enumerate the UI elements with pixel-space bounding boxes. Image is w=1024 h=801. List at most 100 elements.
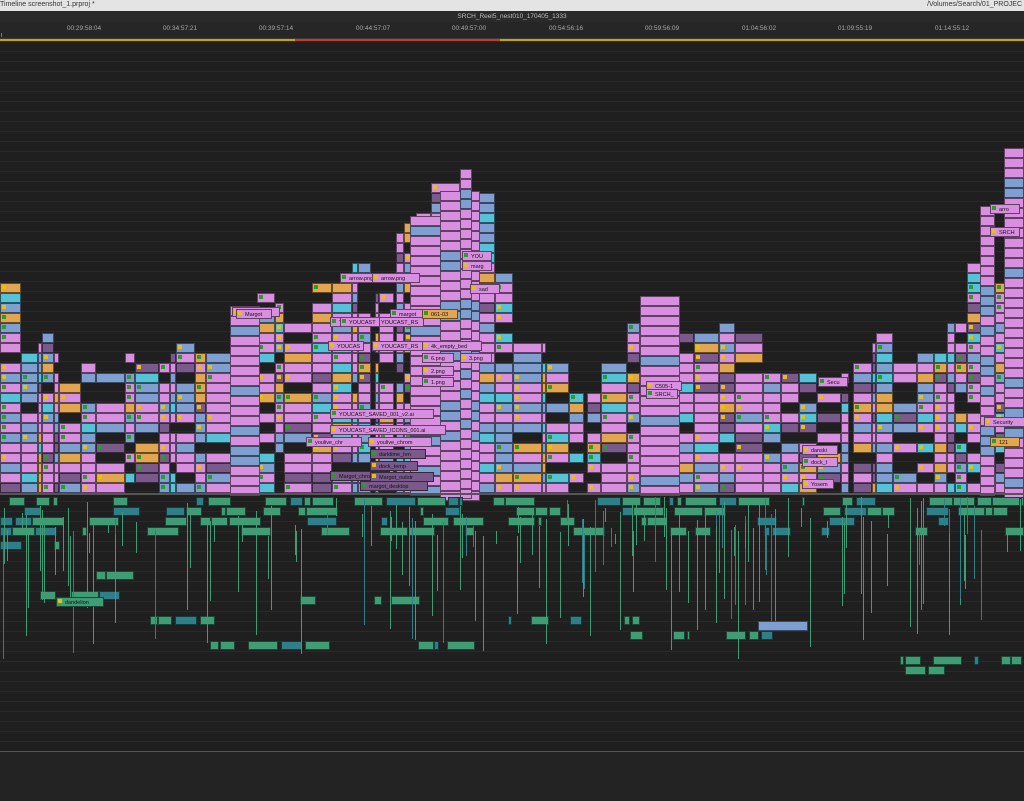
audio-clip[interactable]: [887, 534, 888, 586]
video-clip[interactable]: arrow.png: [372, 273, 420, 283]
video-clip[interactable]: [513, 413, 542, 423]
video-clip[interactable]: [159, 453, 170, 463]
video-clip[interactable]: [460, 399, 472, 409]
video-clip[interactable]: [799, 413, 817, 423]
video-clip[interactable]: [934, 393, 947, 403]
video-clip[interactable]: [460, 219, 472, 229]
video-clip[interactable]: [735, 333, 763, 343]
audio-clip[interactable]: [697, 520, 698, 630]
audio-clip[interactable]: [753, 528, 754, 610]
audio-clip[interactable]: [1007, 532, 1008, 552]
video-clip[interactable]: [206, 463, 233, 473]
video-clip[interactable]: [0, 323, 21, 333]
audio-clip[interactable]: [810, 518, 811, 647]
video-clip[interactable]: [460, 319, 472, 329]
video-clip[interactable]: [694, 473, 719, 483]
audio-clip[interactable]: [374, 596, 382, 605]
video-clip[interactable]: [947, 413, 955, 423]
audio-clip[interactable]: [7, 530, 8, 561]
video-clip[interactable]: [332, 283, 352, 293]
audio-clip[interactable]: [633, 531, 634, 592]
audio-clip[interactable]: [483, 536, 484, 651]
video-clip[interactable]: [495, 453, 513, 463]
video-clip[interactable]: [206, 363, 233, 373]
audio-clip[interactable]: [40, 506, 41, 571]
audio-clip[interactable]: [960, 498, 961, 599]
video-clip[interactable]: [719, 483, 735, 493]
audio-clip[interactable]: [595, 500, 596, 572]
video-clip[interactable]: [135, 403, 159, 413]
video-clip[interactable]: [1004, 468, 1024, 478]
video-clip[interactable]: [513, 383, 542, 393]
video-clip[interactable]: [396, 263, 404, 273]
audio-clip[interactable]: [705, 509, 706, 610]
video-clip[interactable]: [1004, 318, 1024, 328]
video-clip[interactable]: [627, 383, 640, 393]
video-clip[interactable]: [781, 473, 799, 483]
video-clip[interactable]: [206, 393, 233, 403]
video-clip[interactable]: [59, 433, 81, 443]
video-clip[interactable]: [640, 356, 680, 366]
audio-clip[interactable]: [466, 517, 467, 556]
video-clip[interactable]: [396, 353, 404, 363]
video-clip[interactable]: [947, 353, 955, 363]
audio-clip[interactable]: [307, 517, 337, 526]
audio-clip[interactable]: [671, 528, 672, 650]
audio-clip[interactable]: [726, 631, 746, 640]
video-clip[interactable]: [460, 469, 472, 479]
video-clip[interactable]: 1.png: [422, 377, 454, 387]
video-clip[interactable]: [230, 406, 260, 416]
video-clip[interactable]: [781, 413, 799, 423]
audio-clip[interactable]: [281, 641, 302, 650]
video-clip[interactable]: [763, 393, 781, 403]
audio-clip[interactable]: [448, 497, 459, 506]
video-clip[interactable]: [640, 366, 680, 376]
video-clip[interactable]: Yosem: [802, 479, 834, 489]
video-clip[interactable]: [627, 353, 640, 363]
video-clip[interactable]: [176, 353, 195, 363]
audio-clip[interactable]: [186, 507, 202, 516]
video-clip[interactable]: [980, 386, 995, 396]
audio-clip[interactable]: [919, 532, 920, 565]
video-clip[interactable]: [195, 453, 206, 463]
audio-clip[interactable]: [496, 531, 497, 544]
video-clip[interactable]: [955, 343, 967, 353]
video-clip[interactable]: [81, 453, 96, 463]
video-clip[interactable]: darktime_hm: [370, 449, 426, 459]
audio-clip[interactable]: [196, 497, 204, 506]
video-clip[interactable]: [396, 243, 404, 253]
video-clip[interactable]: [195, 483, 206, 493]
video-clip[interactable]: [947, 453, 955, 463]
video-clip[interactable]: sad: [470, 284, 500, 294]
audio-clip[interactable]: [716, 511, 717, 526]
audio-clip[interactable]: [70, 536, 71, 604]
audio-clip[interactable]: [402, 522, 403, 575]
video-clip[interactable]: [876, 363, 893, 373]
video-clip[interactable]: [601, 473, 627, 483]
video-clip[interactable]: [284, 403, 312, 413]
audio-clip[interactable]: [420, 507, 424, 516]
video-clip[interactable]: 3.png: [460, 353, 492, 363]
audio-clip[interactable]: [238, 516, 239, 592]
video-clip[interactable]: 6.png: [422, 353, 454, 363]
video-clip[interactable]: [206, 483, 233, 493]
audio-clip[interactable]: [409, 507, 410, 586]
audio-clip[interactable]: [460, 506, 461, 590]
video-clip[interactable]: [176, 403, 195, 413]
video-clip[interactable]: [719, 323, 735, 333]
video-clip[interactable]: [601, 423, 627, 433]
video-clip[interactable]: [694, 413, 719, 423]
video-clip[interactable]: [159, 483, 170, 493]
video-clip[interactable]: [735, 443, 763, 453]
video-clip[interactable]: youlive_chrom: [368, 437, 432, 447]
audio-clip[interactable]: [926, 507, 949, 516]
audio-clip[interactable]: [32, 517, 64, 526]
video-clip[interactable]: [59, 403, 81, 413]
video-clip[interactable]: [0, 473, 21, 483]
audio-clip[interactable]: [418, 641, 434, 650]
audio-clip[interactable]: [673, 631, 685, 640]
video-clip[interactable]: [980, 326, 995, 336]
video-clip[interactable]: [460, 229, 472, 239]
time-ruler[interactable]: 00:29:58:04 00:34:57:21 00:39:57:14 00:4…: [0, 22, 1024, 39]
video-clip[interactable]: [735, 483, 763, 493]
